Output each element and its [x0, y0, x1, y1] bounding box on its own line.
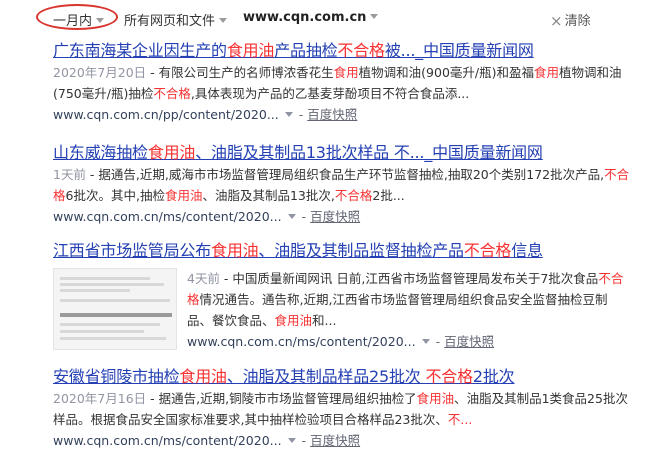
text-segment: - 据通告,近期,威海市市场监督管理局组织食品生产环节监督抽检,抽取20个类别1…	[85, 167, 605, 182]
result-title-link[interactable]: 广东南海某企业因生产的食用油产品抽检不合格被..._中国质量新闻网	[53, 40, 633, 62]
search-result: 江西省市场监管局公布食用油、油脂及其制品监督抽检产品不合格信息 4天前 - 中国…	[53, 240, 633, 350]
text-segment: - 中国质量新闻网讯 日前,江西省市场监督管理局发布关于7批次食品	[219, 271, 599, 286]
result-source-line: www.cqn.com.cn/ms/content/2020... - 百度快照	[53, 433, 361, 448]
chevron-down-icon[interactable]	[287, 438, 296, 443]
highlighted-keyword: 食用油	[416, 391, 455, 406]
highlighted-keyword: 不合格	[153, 86, 191, 101]
site-filter-label: www.cqn.com.cn	[243, 10, 367, 25]
clear-filters-button[interactable]: × 清除	[550, 10, 591, 30]
text-segment: 山东威海抽检	[53, 143, 148, 162]
clear-filters-label: 清除	[564, 14, 591, 29]
chevron-down-icon	[219, 18, 228, 23]
highlighted-keyword: 食用油	[211, 241, 259, 260]
highlighted-keyword: 不合格	[337, 41, 385, 60]
result-date: 2020年7月20日	[53, 65, 147, 80]
close-icon: ×	[550, 12, 563, 30]
result-source-line: www.cqn.com.cn/pp/content/2020... - 百度快照	[53, 107, 358, 122]
result-url[interactable]: www.cqn.com.cn/ms/content/2020...	[53, 433, 282, 448]
result-date: 1天前	[53, 167, 86, 182]
result-title-link[interactable]: 安徽省铜陵市抽检食用油、油脂及其制品样品25批次 不合格2批次	[53, 366, 633, 388]
text-segment: 6批次。其中,抽检	[65, 188, 165, 203]
site-filter-dropdown[interactable]: www.cqn.com.cn	[243, 10, 379, 25]
file-type-filter-dropdown[interactable]: 所有网页和文件	[124, 10, 228, 29]
result-date: 4天前	[187, 271, 220, 286]
result-source-line: www.cqn.com.cn/ms/content/2020... - 百度快照	[53, 209, 361, 224]
search-result: 广东南海某企业因生产的食用油产品抽检不合格被..._中国质量新闻网 2020年7…	[53, 40, 633, 125]
red-circle-annotation	[36, 4, 118, 30]
text-segment: 江西省市场监管局公布	[53, 241, 212, 260]
highlighted-keyword: 食用油	[274, 313, 313, 328]
text-segment: 产品抽检	[274, 41, 338, 60]
text-segment: 、油脂及其制品13批次样品 不..._中国质量新闻网	[195, 143, 543, 162]
text-segment: 信息	[511, 241, 543, 260]
text-segment: 和...	[312, 313, 337, 328]
result-snippet: 1天前 - 据通告,近期,威海市市场监督管理局组织食品生产环节监督抽检,抽取20…	[53, 164, 633, 206]
text-segment: - 有限公司生产的名师博浓香花生	[146, 65, 334, 80]
text-segment: 安徽省铜陵市抽检	[53, 367, 180, 386]
text-segment: ,具体表现为产品的乙基麦芽酚项目不符合食品添...	[190, 86, 470, 101]
snapshot-link[interactable]: 百度快照	[310, 209, 360, 224]
search-result: 山东威海抽检食用油、油脂及其制品13批次样品 不..._中国质量新闻网 1天前 …	[53, 142, 633, 227]
snapshot-link[interactable]: 百度快照	[310, 433, 360, 448]
snapshot-link[interactable]: 百度快照	[307, 107, 357, 122]
highlighted-keyword: 不合格	[463, 241, 512, 260]
result-source-line: www.cqn.com.cn/ms/content/2020... - 百度快照	[187, 334, 495, 349]
chevron-down-icon[interactable]	[287, 214, 296, 219]
result-snippet: 2020年7月20日 - 有限公司生产的名师博浓香花生食用植物调和油(900毫升…	[53, 62, 633, 104]
search-result: 安徽省铜陵市抽检食用油、油脂及其制品样品25批次 不合格2批次 2020年7月1…	[53, 366, 633, 451]
result-thumbnail[interactable]	[53, 268, 177, 350]
text-segment: 、油脂及其制品13批次,	[202, 188, 335, 203]
highlighted-keyword: 不合格	[425, 367, 473, 386]
text-segment: 、油脂及其制品监督抽检产品	[258, 241, 464, 260]
chevron-down-icon	[370, 14, 379, 19]
result-url[interactable]: www.cqn.com.cn/pp/content/2020...	[53, 107, 279, 122]
result-url[interactable]: www.cqn.com.cn/ms/content/2020...	[53, 209, 282, 224]
highlighted-keyword: 食用油	[164, 188, 203, 203]
chevron-down-icon[interactable]	[284, 112, 293, 117]
text-segment: - 据通告,近期,铜陵市市场监督管理局组织抽检了	[146, 391, 417, 406]
file-type-filter-label: 所有网页和文件	[124, 14, 216, 29]
text-segment: 情况通告。通告称,近期,江西省市场监督管理局组织食品安全监督抽检豆制品、餐饮食品…	[187, 292, 608, 328]
highlighted-keyword: 食用油	[179, 367, 227, 386]
chevron-down-icon[interactable]	[421, 339, 430, 344]
result-date: 2020年7月16日	[53, 391, 147, 406]
text-segment: 、油脂及其制品样品25批次	[226, 367, 426, 386]
text-segment: 广东南海某企业因生产的	[53, 41, 227, 60]
highlighted-keyword: 不...	[447, 412, 473, 427]
text-segment: 2批次	[472, 367, 515, 386]
search-filter-bar: 一月内 所有网页和文件 www.cqn.com.cn × 清除	[0, 0, 653, 36]
highlighted-keyword: 食用	[333, 65, 359, 80]
result-snippet: 2020年7月16日 - 据通告,近期,铜陵市市场监督管理局组织抽检了食用油、油…	[53, 388, 633, 430]
result-title-link[interactable]: 山东威海抽检食用油、油脂及其制品13批次样品 不..._中国质量新闻网	[53, 142, 633, 164]
snapshot-link[interactable]: 百度快照	[444, 334, 494, 349]
highlighted-keyword: 食用油	[147, 143, 196, 162]
highlighted-keyword: 食用	[533, 65, 559, 80]
text-segment: 2批...	[372, 188, 405, 203]
highlighted-keyword: 不合格	[334, 188, 373, 203]
text-segment: 植物调和油(900毫升/瓶)和盈福	[358, 65, 534, 80]
text-segment: 被..._中国质量新闻网	[384, 41, 534, 60]
result-url[interactable]: www.cqn.com.cn/ms/content/2020...	[187, 334, 416, 349]
result-title-link[interactable]: 江西省市场监管局公布食用油、油脂及其制品监督抽检产品不合格信息	[53, 240, 633, 262]
time-filter-dropdown[interactable]: 一月内	[36, 4, 118, 30]
highlighted-keyword: 食用油	[226, 41, 275, 60]
result-snippet: 4天前 - 中国质量新闻网讯 日前,江西省市场监督管理局发布关于7批次食品不合格…	[187, 268, 627, 331]
